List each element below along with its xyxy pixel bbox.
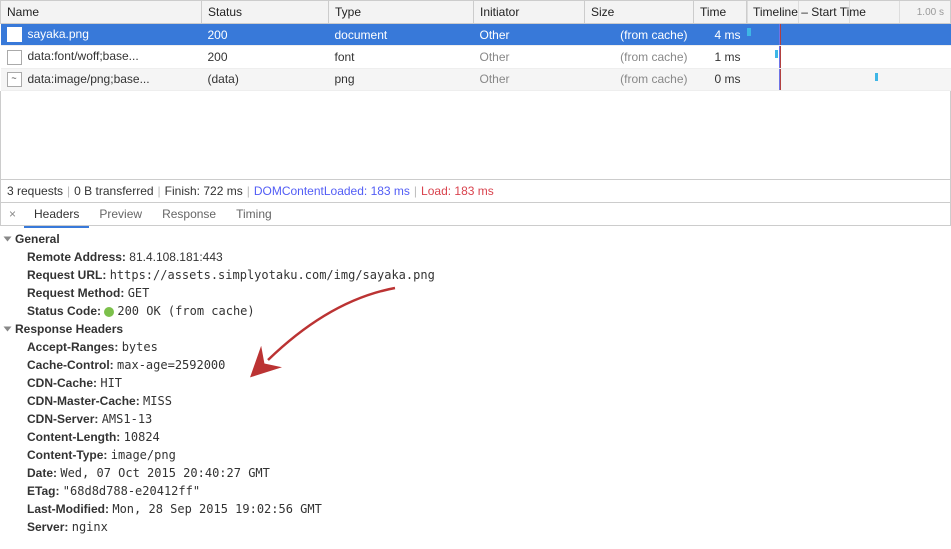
header-row: Remote Address: 81.4.108.181:443 [27, 248, 946, 266]
header-row: ETag: "68d8d788-e20412ff" [27, 482, 946, 500]
column-header[interactable]: Status [202, 1, 329, 24]
close-icon[interactable]: × [1, 203, 24, 225]
tab-preview[interactable]: Preview [89, 202, 152, 226]
header-row: Cache-Control: max-age=2592000 [27, 356, 946, 374]
network-table[interactable]: NameStatusTypeInitiatorSizeTimeTimeline … [0, 0, 951, 91]
column-header[interactable]: Initiator [474, 1, 585, 24]
table-row[interactable]: sayaka.png200documentOther(from cache)4 … [1, 24, 951, 46]
table-empty-area [0, 91, 951, 180]
file-icon [7, 27, 22, 42]
header-row: CDN-Cache: HIT [27, 374, 946, 392]
tab-response[interactable]: Response [152, 202, 226, 226]
section-general[interactable]: General [5, 232, 946, 246]
column-header[interactable]: Timeline – Start Time1.00 s [747, 1, 951, 24]
header-row: Last-Modified: Mon, 28 Sep 2015 19:02:56… [27, 500, 946, 518]
chevron-down-icon [4, 236, 12, 241]
file-icon: ~ [7, 72, 22, 87]
column-header[interactable]: Time [694, 1, 747, 24]
table-row[interactable]: data:font/woff;base...200fontOther(from … [1, 46, 951, 68]
details-panel: General Remote Address: 81.4.108.181:443… [0, 226, 951, 540]
header-row: Accept-Ranges: bytes [27, 338, 946, 356]
column-header[interactable]: Size [585, 1, 694, 24]
header-row: Server: nginx [27, 518, 946, 536]
header-row: CDN-Master-Cache: MISS [27, 392, 946, 410]
header-row: Status Code: 200 OK (from cache) [27, 302, 946, 320]
header-row: Date: Wed, 07 Oct 2015 20:40:27 GMT [27, 464, 946, 482]
table-row[interactable]: ~data:image/png;base...(data)pngOther(fr… [1, 68, 951, 90]
header-row: CDN-Server: AMS1-13 [27, 410, 946, 428]
status-dot-icon [104, 307, 114, 317]
tab-headers[interactable]: Headers [24, 202, 89, 228]
tab-timing[interactable]: Timing [226, 202, 282, 226]
header-row: Request URL: https://assets.simplyotaku.… [27, 266, 946, 284]
header-row: Content-Type: image/png [27, 446, 946, 464]
column-header[interactable]: Type [329, 1, 474, 24]
column-header[interactable]: Name [1, 1, 202, 24]
timeline-bar [775, 50, 778, 58]
header-row: Request Method: GET [27, 284, 946, 302]
header-row: Content-Length: 10824 [27, 428, 946, 446]
summary-bar: 3 requests|0 B transferred|Finish: 722 m… [0, 180, 951, 203]
section-response-headers[interactable]: Response Headers [5, 322, 946, 336]
file-icon [7, 50, 22, 65]
chevron-down-icon [4, 326, 12, 331]
timeline-bar [747, 28, 751, 36]
timeline-bar [875, 73, 878, 81]
details-tabs: × HeadersPreviewResponseTiming [0, 203, 951, 226]
